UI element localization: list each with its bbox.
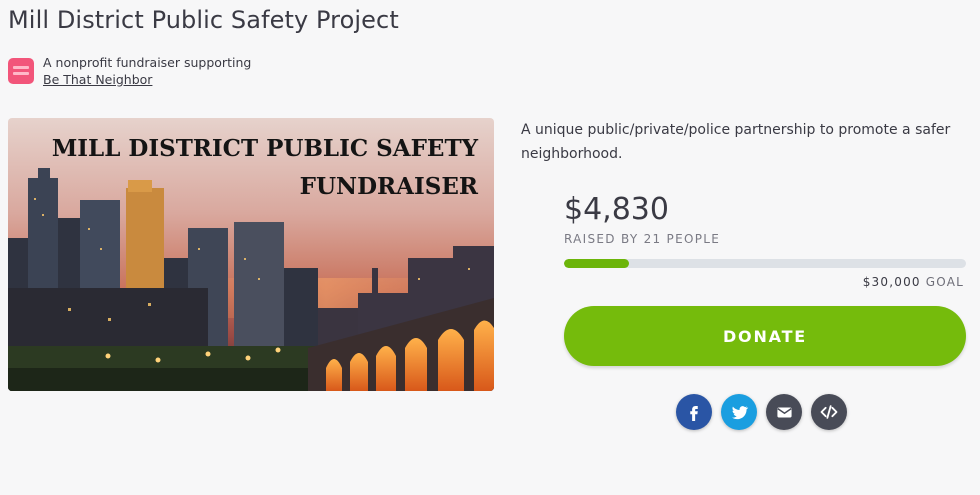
donate-button[interactable]: DONATE [564, 306, 966, 366]
email-icon [776, 407, 792, 417]
goal-amount: $30,000 [862, 275, 921, 289]
goal-text: $30,000 GOAL [863, 275, 964, 289]
twitter-share-button[interactable] [721, 394, 757, 430]
campaign-description: A unique public/private/police partnersh… [521, 122, 951, 162]
page-title: Mill District Public Safety Project [8, 6, 399, 34]
progress-bar [564, 259, 966, 268]
raised-amount: $4,830 [564, 192, 669, 227]
progress-fill [564, 259, 629, 268]
organization-text: A nonprofit fundraiser supporting Be Tha… [43, 54, 251, 88]
facebook-icon [690, 406, 698, 421]
campaign-hero-image: MILL DISTRICT PUBLIC SAFETY FUNDRAISER [8, 118, 494, 391]
hero-headline-line1: MILL DISTRICT PUBLIC SAFETY [52, 135, 479, 162]
facebook-share-button[interactable] [676, 394, 712, 430]
embed-share-button[interactable] [811, 394, 847, 430]
goal-label: GOAL [925, 275, 964, 289]
twitter-icon [731, 405, 748, 419]
organization-info: A nonprofit fundraiser supporting Be Tha… [8, 54, 251, 88]
raised-by-count: RAISED BY 21 PEOPLE [564, 232, 721, 246]
organization-logo[interactable] [8, 58, 34, 84]
embed-code-icon [820, 405, 838, 419]
email-share-button[interactable] [766, 394, 802, 430]
supporting-label: A nonprofit fundraiser supporting [43, 55, 252, 70]
organization-link[interactable]: Be That Neighbor [43, 71, 152, 88]
hero-headline-line2: FUNDRAISER [300, 173, 479, 200]
share-buttons [676, 394, 847, 430]
